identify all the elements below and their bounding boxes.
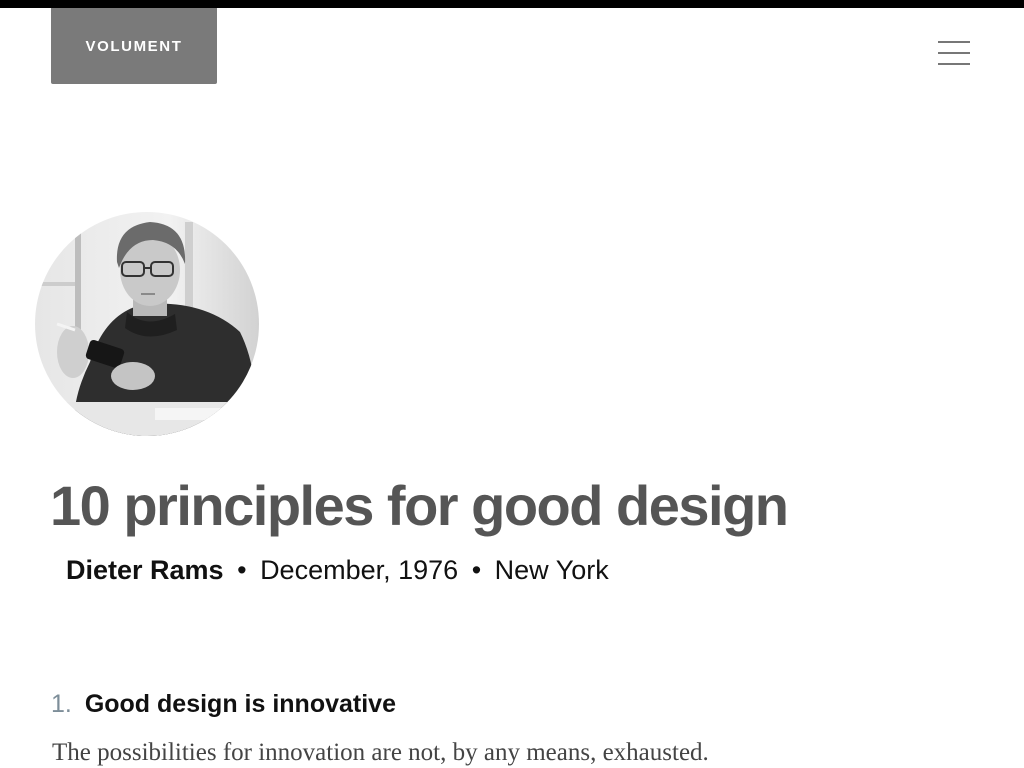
author-photo [35, 212, 259, 436]
site-logo-link[interactable]: VOLUMENT [51, 8, 217, 84]
top-bar [0, 0, 1024, 8]
location: New York [494, 555, 609, 585]
hamburger-menu-icon[interactable] [934, 38, 974, 70]
menu-line [938, 52, 970, 54]
principle-heading: 1. Good design is innovative [51, 686, 396, 722]
principle-text: The possibilities for innovation are not… [52, 739, 709, 766]
principle-number: 1. [51, 690, 72, 718]
article-byline: Dieter Rams • December, 1976 • New York [66, 552, 609, 588]
publish-date: December, 1976 [260, 555, 459, 585]
author-name: Dieter Rams [66, 555, 224, 585]
byline-separator: • [471, 555, 482, 585]
principle-title: Good design is innovative [84, 690, 396, 718]
menu-line [938, 41, 970, 43]
byline-separator: • [237, 555, 247, 585]
menu-line [938, 63, 970, 65]
page-title: 10 principles for good design [50, 474, 789, 537]
